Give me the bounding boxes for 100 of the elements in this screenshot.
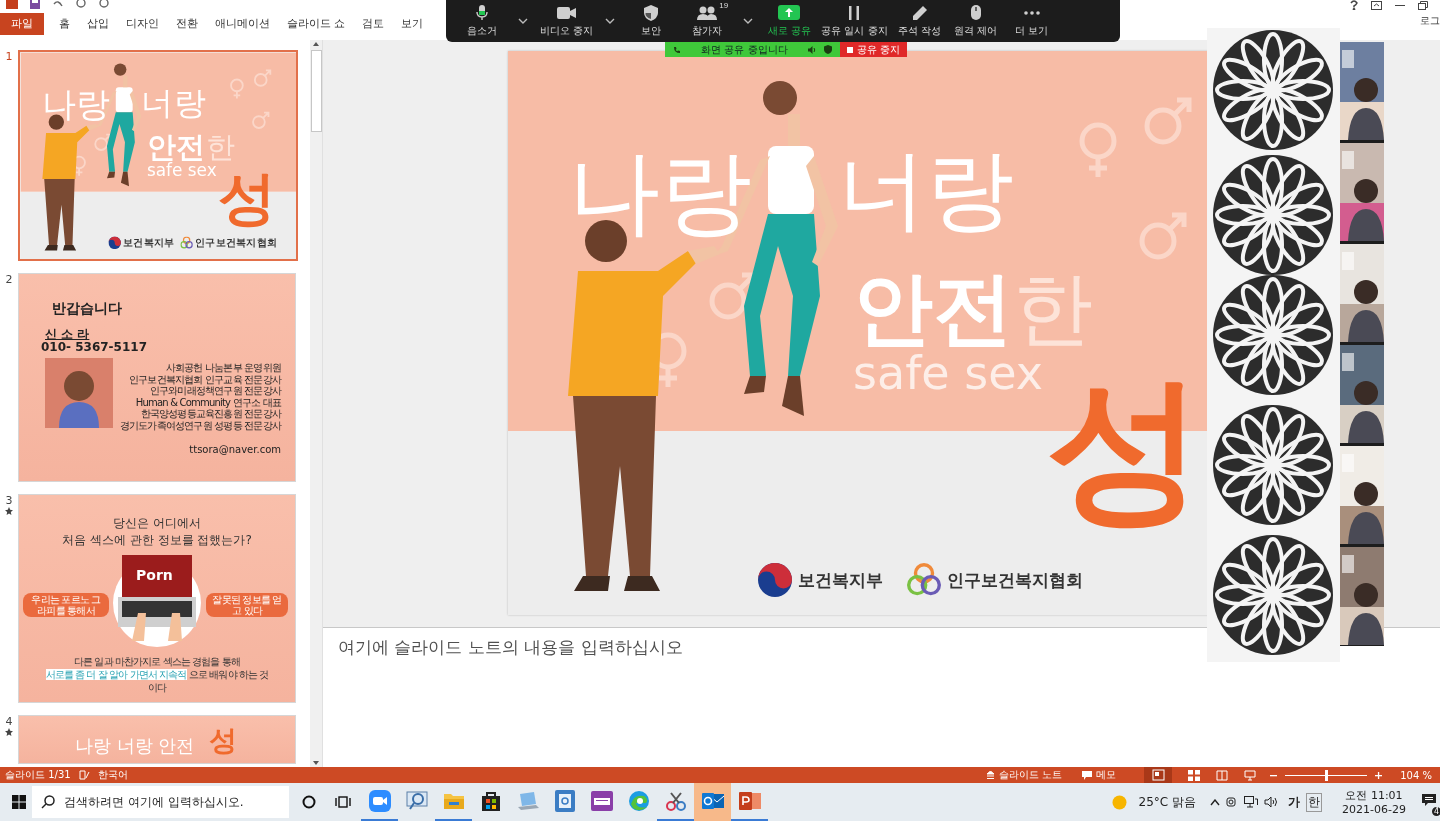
comments-button[interactable]: 메모 <box>1076 768 1123 782</box>
scroll-thumb[interactable] <box>310 50 322 132</box>
powerpoint-logo-icon <box>6 0 18 9</box>
sorter-view-icon[interactable] <box>1188 769 1201 781</box>
normal-view-icon[interactable] <box>1144 767 1173 783</box>
slide-thumbnail[interactable]: 당신은 어디에서 처음 섹스에 관한 정보를 접했는가? Porn 우리는 포르노 그라피를 통해서 잘못된 정보를 얻고 있다 다른 일과 마찬가지로 섹스는 경험을 통해 서로를 좀 더 잘 알아 가면서 지속적 으로 배워야 하는 것 이다 <box>18 494 296 703</box>
zoom-in-icon[interactable] <box>1375 771 1383 779</box>
notes-button[interactable]: 슬라이드 노트 <box>980 768 1069 782</box>
language-label[interactable]: 한국어 <box>97 768 128 782</box>
slide-number: 4 <box>5 715 13 728</box>
notification-count: 4 <box>1431 807 1440 816</box>
toolbar-button[interactable]: 보안 <box>623 4 680 38</box>
stop-square-icon <box>847 46 853 53</box>
ribbon-tab[interactable]: 삽입 <box>78 13 117 35</box>
title-text: 너랑 <box>838 137 1014 243</box>
meeting-icon[interactable] <box>1226 796 1239 808</box>
bio-line: 한국양성평등교육진흥원 전문강사 <box>140 408 281 420</box>
toolbar-button[interactable]: 주석 작성 <box>891 4 948 38</box>
speaker-icon[interactable] <box>1264 796 1279 808</box>
toolbar-button[interactable]: 더 보기 <box>1003 4 1060 38</box>
pen-icon <box>912 5 927 20</box>
ribbon-tab[interactable]: 홈 <box>50 13 78 35</box>
toolbar-button[interactable]: 공유 일시 중지 <box>817 4 892 38</box>
stop-share-button[interactable]: 공유 중지 <box>840 42 908 57</box>
scrollbar[interactable] <box>310 40 322 767</box>
clock-date[interactable]: 2021-06-29 <box>1342 803 1406 816</box>
title-text: 나랑 너랑 안전 <box>75 734 195 758</box>
shield-icon <box>644 4 659 21</box>
minimize-icon[interactable] <box>1395 3 1405 7</box>
toolbar-button[interactable]: 19 참가자 <box>679 4 736 38</box>
subtitle-text: safe sex <box>853 346 1043 400</box>
bio-line: 사회공헌 나눔본부 운영위원 <box>165 362 281 374</box>
ribbon-tab[interactable]: 검토 <box>353 13 393 35</box>
save-icon[interactable] <box>30 0 40 9</box>
ribbon-tab[interactable]: 디자인 <box>117 13 167 35</box>
title-text: 나랑 <box>568 138 752 248</box>
ribbon-tab[interactable]: 슬라이드 쇼 <box>278 13 354 35</box>
rings-logo-icon <box>907 563 941 597</box>
slideshow-view-icon[interactable] <box>1244 769 1257 781</box>
toolbar-button[interactable]: 음소거 <box>454 4 510 38</box>
keyboard-icon <box>590 791 613 811</box>
help-icon[interactable] <box>1350 0 1358 10</box>
female-symbol-icon <box>1079 122 1117 180</box>
ribbon-tab[interactable]: 애니메이션 <box>206 13 278 35</box>
people-icon <box>697 5 718 20</box>
document-icon <box>554 790 575 812</box>
zoom-slider-thumb[interactable] <box>1325 769 1329 781</box>
ribbon-tab[interactable]: 전환 <box>167 13 206 35</box>
ribbon-tab[interactable]: 파일 <box>0 13 44 35</box>
bio-line: 경기도가족여성연구원 성평등 전문강사 <box>119 419 281 431</box>
pause-icon <box>849 5 860 20</box>
ribbon-tab[interactable]: 보기 <box>392 13 432 35</box>
zoom-slider[interactable] <box>1285 769 1368 781</box>
video-camera-icon <box>368 790 391 812</box>
caret-icon[interactable] <box>743 18 754 24</box>
taegeuk-logo-icon <box>108 236 121 250</box>
shopping-bag-icon <box>480 790 501 812</box>
task-view-icon[interactable] <box>335 795 351 809</box>
undo-icon[interactable] <box>52 0 64 8</box>
slide-counter: 슬라이드 1/31 <box>5 768 71 782</box>
toolbar-button[interactable]: 새로 공유 <box>761 4 818 38</box>
search-field[interactable]: 검색하려면 여기에 입력하십시오. <box>32 786 289 818</box>
notification-icon[interactable] <box>1422 794 1436 807</box>
notes-pane[interactable]: 여기에 슬라이드 노트의 내용을 입력하십시오 <box>323 627 1440 767</box>
slide-number: 3 <box>5 494 13 507</box>
cortana-circle-icon[interactable] <box>302 795 316 809</box>
ime-mode-indicator[interactable]: 가 <box>1288 793 1301 811</box>
windows-logo-icon[interactable] <box>12 795 26 809</box>
participant-count: 19 <box>719 1 729 10</box>
share-screen-icon <box>778 5 801 20</box>
presentation-app-icon <box>738 790 761 812</box>
network-icon[interactable] <box>1244 796 1259 808</box>
speech-pill: 잘못된 정보를 얻고 있다 <box>206 593 288 617</box>
video-camera-icon <box>557 6 577 19</box>
slide-thumbnail[interactable]: 반갑습니다 신 소 라 010- 5367-5117 사회공헌 나눔본부 운영위원 인구보건복지협회 인구교육 전문강사 인구와미래정책연구원 전문강사 Human & Community 연구소 대표 한국양성평등교육진흥원 전문강사 경기도가족여성연구원 성평등 전문강사 ttsora@naver.com <box>18 273 296 482</box>
email-text: ttsora@naver.com <box>189 444 281 455</box>
weather-label[interactable]: 25°C 맑음 <box>1138 793 1197 811</box>
zoom-percentage[interactable]: 104 % <box>1400 769 1432 781</box>
male-symbol-icon <box>1139 212 1187 260</box>
question-text: 처음 섹스에 관한 정보를 접했는가? <box>62 532 252 549</box>
bio-line: 인구보건복지협회 인구교육 전문강사 <box>129 373 281 385</box>
clock-time[interactable]: 오전 11:01 <box>1345 788 1403 803</box>
speaker-icon <box>808 45 817 54</box>
subtitle-text: safe sex <box>147 160 217 181</box>
caret-icon[interactable] <box>518 18 528 24</box>
reading-view-icon[interactable] <box>1216 769 1229 781</box>
ribbon-display-icon[interactable] <box>1371 0 1382 10</box>
spellcheck-icon[interactable] <box>78 770 90 780</box>
male-symbol-icon <box>252 111 270 129</box>
chevron-up-icon[interactable] <box>1210 798 1221 806</box>
ime-language-indicator[interactable]: 한 <box>1306 792 1323 812</box>
title-text: 나랑 <box>42 83 110 126</box>
sign-in-link[interactable]: 로그 <box>1420 14 1440 28</box>
male-symbol-icon <box>1144 97 1192 145</box>
toolbar-button[interactable]: 원격 제어 <box>947 4 1004 38</box>
restore-icon[interactable] <box>1418 0 1428 10</box>
slide-heading: 반갑습니다 <box>52 300 122 318</box>
caret-icon[interactable] <box>605 18 616 24</box>
toolbar-button[interactable]: 비디오 중지 <box>536 4 598 38</box>
phone-icon <box>673 45 681 54</box>
